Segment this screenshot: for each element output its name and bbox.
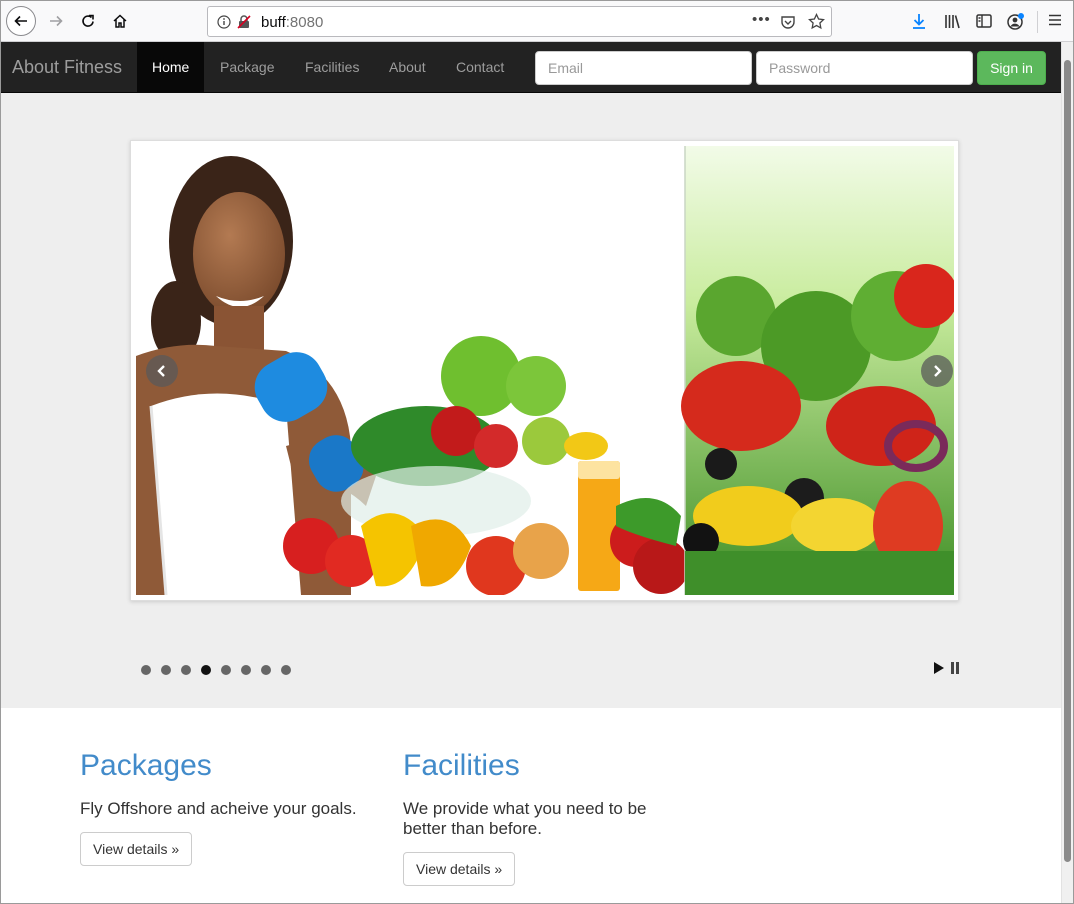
packages-view-details-button[interactable]: View details » [80, 832, 193, 866]
packages-text: Fly Offshore and acheive your goals. [80, 799, 357, 818]
back-button[interactable] [6, 6, 36, 36]
browser-window: buff:8080 ••• About Fitness Home Package… [0, 0, 1074, 904]
download-icon[interactable] [910, 12, 928, 30]
page-scrollbar[interactable] [1061, 42, 1073, 903]
home-icon [113, 14, 127, 28]
nav-link-package[interactable]: Package [205, 42, 289, 93]
info-icon[interactable] [217, 15, 231, 29]
slider-bullets [141, 665, 291, 675]
facilities-view-details-button[interactable]: View details » [403, 852, 516, 886]
chevron-right-icon [934, 365, 942, 377]
pocket-icon[interactable] [780, 14, 796, 30]
forward-arrow-icon [50, 15, 63, 27]
home-button[interactable] [105, 6, 135, 36]
slider-bullet[interactable] [221, 665, 231, 675]
slider-bullet[interactable] [201, 665, 211, 675]
hamburger-menu-icon[interactable] [1047, 12, 1063, 28]
packages-heading: Packages [80, 749, 212, 782]
email-field[interactable] [535, 51, 752, 85]
pause-icon[interactable] [950, 661, 960, 675]
reload-icon [82, 14, 94, 27]
page-actions-icon[interactable]: ••• [752, 11, 771, 28]
site-navbar: About Fitness Home Package Facilities Ab… [1, 42, 1061, 93]
url-host: buff [261, 14, 286, 31]
reload-button[interactable] [73, 6, 103, 36]
nav-link-contact[interactable]: Contact [441, 42, 519, 93]
browser-toolbar: buff:8080 ••• [1, 1, 1073, 42]
slider-bullet[interactable] [161, 665, 171, 675]
site-brand[interactable]: About Fitness [12, 57, 122, 78]
scrollbar-thumb[interactable] [1064, 60, 1071, 862]
chevron-left-icon [157, 365, 165, 377]
url-text[interactable]: buff:8080 [261, 14, 323, 31]
slide-image [136, 146, 954, 595]
forward-button[interactable] [41, 6, 71, 36]
facilities-heading: Facilities [403, 749, 520, 782]
play-icon[interactable] [933, 661, 945, 675]
url-port: :8080 [285, 14, 324, 31]
nav-link-home[interactable]: Home [137, 42, 205, 93]
image-slider [130, 140, 959, 601]
library-icon[interactable] [943, 12, 961, 30]
slider-prev-button[interactable] [146, 355, 178, 387]
facilities-text: We provide what you need to be better th… [403, 799, 647, 838]
slider-bullet[interactable] [141, 665, 151, 675]
hero-jumbotron [1, 93, 1061, 708]
slider-bullet[interactable] [181, 665, 191, 675]
slider-bullet[interactable] [241, 665, 251, 675]
nav-link-about[interactable]: About [374, 42, 441, 93]
account-icon[interactable] [1006, 12, 1026, 32]
bookmark-star-icon[interactable] [808, 13, 825, 30]
page-viewport: About Fitness Home Package Facilities Ab… [1, 42, 1061, 903]
insecure-lock-icon[interactable] [236, 14, 252, 30]
back-arrow-icon [14, 15, 27, 27]
password-field[interactable] [756, 51, 973, 85]
url-bar[interactable]: buff:8080 ••• [207, 6, 832, 37]
slider-bullet[interactable] [261, 665, 271, 675]
sign-in-button[interactable]: Sign in [977, 51, 1046, 85]
nav-link-facilities[interactable]: Facilities [290, 42, 374, 93]
slider-bullet[interactable] [281, 665, 291, 675]
sidebar-icon[interactable] [975, 12, 993, 30]
slider-next-button[interactable] [921, 355, 953, 387]
toolbar-separator [1037, 11, 1038, 33]
